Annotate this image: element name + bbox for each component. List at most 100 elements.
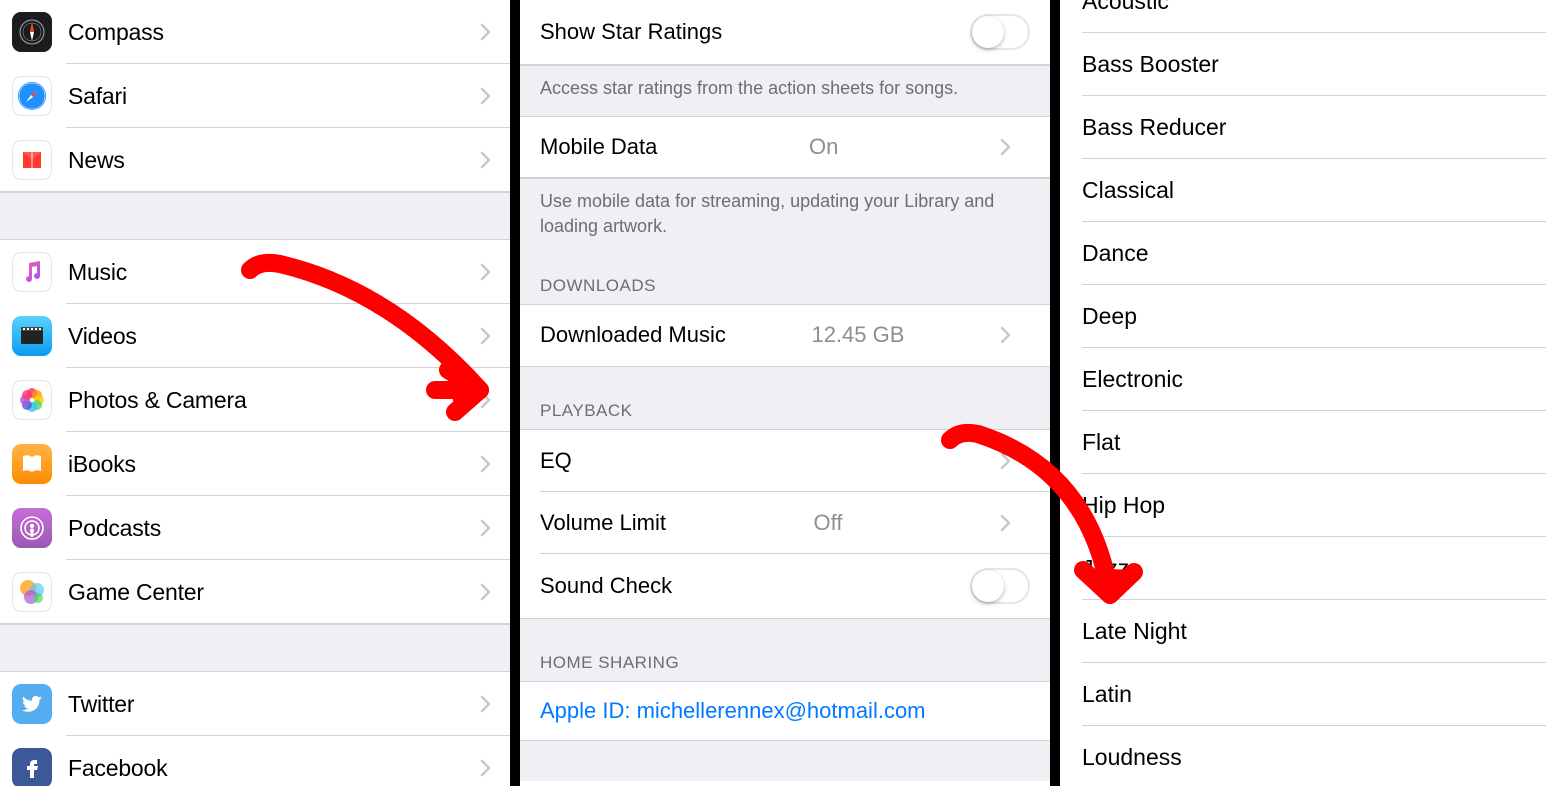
chevron-right-icon [1000,326,1012,344]
chevron-right-icon [480,391,492,409]
compass-icon [12,12,52,52]
safari-icon [12,76,52,116]
show-star-ratings-row[interactable]: Show Star Ratings [520,0,1050,65]
chevron-right-icon [480,151,492,169]
downloads-header: DOWNLOADS [520,254,1050,305]
chevron-right-icon [1000,514,1012,532]
settings-row-label: Facebook [68,755,167,782]
sound-check-row[interactable]: Sound Check [520,554,1050,619]
settings-row-label: Twitter [68,691,134,718]
eq-label: Classical [1082,177,1174,204]
settings-row-news[interactable]: News [0,128,510,192]
settings-row-label: Game Center [68,579,204,606]
apple-id-email: michellerennex@hotmail.com [637,698,926,723]
bottom-spacer [520,741,1050,781]
chevron-right-icon [480,519,492,537]
twitter-icon [12,684,52,724]
settings-row-compass[interactable]: Compass [0,0,510,64]
row-label: Volume Limit [540,510,666,536]
podcasts-icon [12,508,52,548]
mobile-data-row[interactable]: Mobile Data On [520,116,1050,178]
settings-row-label: News [68,147,125,174]
settings-row-label: Photos & Camera [68,387,247,414]
eq-label: Flat [1082,429,1120,456]
news-icon [12,140,52,180]
eq-label: Hip Hop [1082,492,1165,519]
eq-label: Latin [1082,681,1132,708]
music-settings-panel: Show Star Ratings Access star ratings fr… [520,0,1060,786]
ibooks-icon [12,444,52,484]
row-label: Show Star Ratings [540,19,722,45]
toggle-switch[interactable] [970,14,1030,50]
mobile-data-footer: Use mobile data for streaming, updating … [520,178,1050,254]
row-value: 12.45 GB [811,322,904,348]
settings-row-music[interactable]: Music [0,240,510,304]
eq-item-deep[interactable]: Deep [1060,285,1546,348]
settings-row-label: Music [68,259,127,286]
chevron-right-icon [480,87,492,105]
settings-row-label: Compass [68,19,164,46]
home-sharing-header: HOME SHARING [520,619,1050,682]
eq-label: Electronic [1082,366,1183,393]
volume-limit-row[interactable]: Volume Limit Off [520,492,1050,554]
settings-row-label: Safari [68,83,127,110]
row-label: Downloaded Music [540,322,726,348]
eq-row[interactable]: EQ [520,430,1050,492]
settings-row-label: Videos [68,323,137,350]
eq-item-acoustic[interactable]: Acoustic [1060,0,1546,33]
eq-item-loudness[interactable]: Loudness [1060,726,1546,786]
eq-item-classical[interactable]: Classical [1060,159,1546,222]
settings-row-label: Podcasts [68,515,161,542]
settings-row-facebook[interactable]: Facebook [0,736,510,786]
facebook-icon [12,748,52,786]
row-value: On [809,134,838,160]
eq-label: Late Night [1082,618,1187,645]
eq-item-bass-reducer[interactable]: Bass Reducer [1060,96,1546,159]
eq-presets-panel: Acoustic Bass Booster Bass Reducer Class… [1060,0,1546,786]
chevron-right-icon [480,759,492,777]
settings-row-podcasts[interactable]: Podcasts [0,496,510,560]
settings-row-label: iBooks [68,451,136,478]
eq-label: Bass Booster [1082,51,1219,78]
eq-item-hip-hop[interactable]: Hip Hop [1060,474,1546,537]
eq-item-bass-booster[interactable]: Bass Booster [1060,33,1546,96]
chevron-right-icon [480,23,492,41]
eq-item-late-night[interactable]: Late Night [1060,600,1546,663]
eq-item-jazz[interactable]: Jazz [1060,537,1546,600]
eq-label: Bass Reducer [1082,114,1226,141]
downloaded-music-row[interactable]: Downloaded Music 12.45 GB [520,305,1050,367]
toggle-switch[interactable] [970,568,1030,604]
eq-item-flat[interactable]: Flat [1060,411,1546,474]
group-separator [0,624,510,672]
apple-id-prefix: Apple ID: [540,698,637,723]
photos-icon [12,380,52,420]
eq-label: Loudness [1082,744,1182,771]
chevron-right-icon [480,263,492,281]
eq-label: Jazz [1082,555,1129,582]
chevron-right-icon [1000,138,1012,156]
settings-row-twitter[interactable]: Twitter [0,672,510,736]
playback-header: PLAYBACK [520,367,1050,430]
eq-item-latin[interactable]: Latin [1060,663,1546,726]
chevron-right-icon [1000,452,1012,470]
eq-item-dance[interactable]: Dance [1060,222,1546,285]
group-separator [0,192,510,240]
row-value: Off [814,510,843,536]
apple-id-row[interactable]: Apple ID: michellerennex@hotmail.com [520,682,1050,741]
settings-group-3: Twitter Facebook [0,672,510,786]
eq-item-electronic[interactable]: Electronic [1060,348,1546,411]
music-icon [12,252,52,292]
settings-row-ibooks[interactable]: iBooks [0,432,510,496]
videos-icon [12,316,52,356]
eq-label: Acoustic [1082,0,1169,15]
settings-group-1: Compass Safari News [0,0,510,192]
settings-row-photos-camera[interactable]: Photos & Camera [0,368,510,432]
settings-row-safari[interactable]: Safari [0,64,510,128]
chevron-right-icon [480,455,492,473]
settings-row-videos[interactable]: Videos [0,304,510,368]
chevron-right-icon [480,583,492,601]
chevron-right-icon [480,695,492,713]
row-label: Sound Check [540,573,672,599]
settings-row-game-center[interactable]: Game Center [0,560,510,624]
row-label: Mobile Data [540,134,657,160]
